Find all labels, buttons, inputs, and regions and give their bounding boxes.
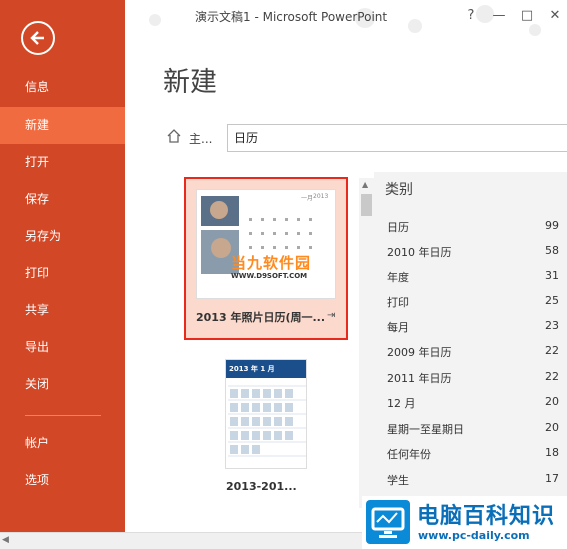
nav-open[interactable]: 打开 xyxy=(0,144,125,181)
category-item[interactable]: 年度 31 xyxy=(374,263,567,288)
thumb-year-label: 2013 xyxy=(313,193,329,200)
category-item[interactable]: 打印 25 xyxy=(374,288,567,313)
category-item[interactable]: 任何年份 18 xyxy=(374,440,567,465)
watermark-logo: 电脑百科知识 www.pc-daily.com xyxy=(362,496,567,549)
backstage-sidebar: 信息 新建 打开 保存 另存为 打印 共享 导出 关闭 帐户 选项 xyxy=(0,0,125,549)
template-card[interactable]: 2013 年 1 月 xyxy=(225,359,307,469)
nav-options[interactable]: 选项 xyxy=(0,462,125,499)
nav-save-as[interactable]: 另存为 xyxy=(0,218,125,255)
pin-icon[interactable]: ⇥ xyxy=(327,310,335,321)
window-title: 演示文稿1 - Microsoft PowerPoint xyxy=(195,10,388,24)
title-bar: 演示文稿1 - Microsoft PowerPoint ? — □ ✕ xyxy=(125,0,567,36)
thumb-month-label: 一月 xyxy=(301,195,314,202)
templates-scrollbar[interactable]: ▲ xyxy=(359,178,374,508)
category-panel: 类别 日历 99 2010 年日历 58 年度 31 打印 25 每月 23 2… xyxy=(374,172,567,502)
close-button[interactable]: ✕ xyxy=(545,6,565,26)
logo-url: www.pc-daily.com xyxy=(418,529,530,542)
nav-print[interactable]: 打印 xyxy=(0,255,125,292)
thumb-header: 2013 年 1 月 xyxy=(226,360,306,378)
calendar-grid-preview xyxy=(228,385,306,457)
logo-text: 电脑百科知识 xyxy=(417,504,556,529)
nav-new[interactable]: 新建 xyxy=(0,107,125,144)
category-item[interactable]: 12 月 20 xyxy=(374,389,567,414)
scroll-thumb[interactable] xyxy=(361,194,372,216)
category-item[interactable]: 日历 99 xyxy=(374,213,567,238)
watermark-overlay: 当九软件园 WWW.D9SOFT.COM xyxy=(231,254,312,280)
search-input[interactable]: 日历 xyxy=(227,124,567,152)
restore-button[interactable]: □ xyxy=(517,6,537,26)
help-button[interactable]: ? xyxy=(461,6,481,26)
category-item[interactable]: 每月 23 xyxy=(374,313,567,338)
scroll-up-icon[interactable]: ▲ xyxy=(362,180,368,189)
photo-calendar-preview xyxy=(201,196,312,274)
home-icon[interactable] xyxy=(166,128,182,144)
minimize-button[interactable]: — xyxy=(489,6,509,26)
nav-divider xyxy=(25,415,101,416)
nav-share[interactable]: 共享 xyxy=(0,292,125,329)
category-heading: 类别 xyxy=(385,182,413,198)
nav-info[interactable]: 信息 xyxy=(0,69,125,106)
template-card-selected[interactable]: 一月 2013 当九软件园 WWW.D9SOFT.COM 2013 年照片日历(… xyxy=(184,177,348,340)
category-item[interactable]: 学生 17 xyxy=(374,466,567,491)
monitor-icon xyxy=(366,500,410,544)
nav-close[interactable]: 关闭 xyxy=(0,366,125,403)
category-item[interactable]: 2010 年日历 58 xyxy=(374,238,567,263)
back-button[interactable] xyxy=(21,21,55,55)
nav-export[interactable]: 导出 xyxy=(0,329,125,366)
category-item[interactable]: 2011 年日历 22 xyxy=(374,364,567,389)
page-title: 新建 xyxy=(163,67,217,98)
nav-save[interactable]: 保存 xyxy=(0,181,125,218)
back-arrow-icon xyxy=(30,31,44,45)
category-item[interactable]: 星期一至星期日 20 xyxy=(374,415,567,440)
template-title: 2013-201... xyxy=(226,480,297,493)
category-item[interactable]: 2009 年日历 22 xyxy=(374,338,567,363)
breadcrumb[interactable]: 主... xyxy=(189,130,212,147)
template-thumbnail: 一月 2013 当九软件园 WWW.D9SOFT.COM xyxy=(196,189,336,299)
template-title: 2013 年照片日历(周一... xyxy=(196,311,326,324)
nav-account[interactable]: 帐户 xyxy=(0,425,125,462)
scroll-left-icon[interactable]: ◀ xyxy=(2,535,9,545)
